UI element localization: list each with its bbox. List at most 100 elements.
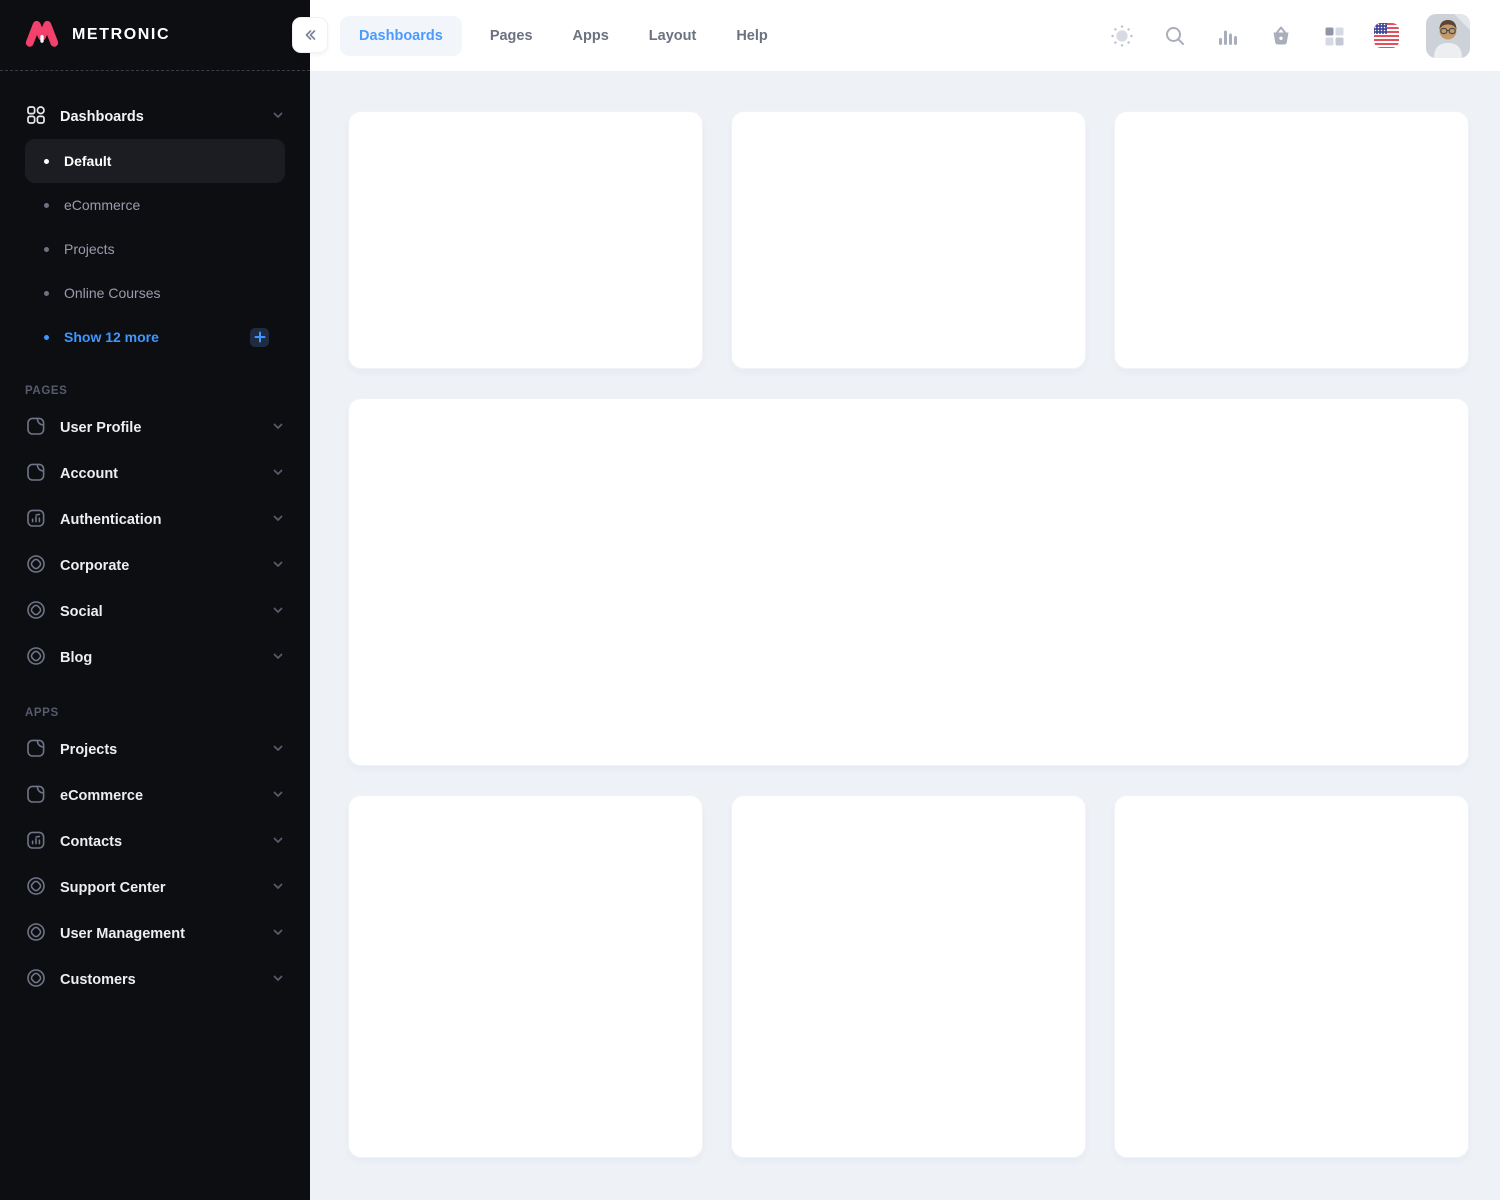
sidebar-item-label: Social bbox=[60, 604, 271, 620]
theme-sun-icon[interactable] bbox=[1109, 23, 1135, 49]
sidebar-item-default[interactable]: Default bbox=[25, 139, 285, 183]
sidebar-item-label: Default bbox=[64, 153, 269, 169]
chevron-down-icon bbox=[271, 419, 285, 438]
nav-tab-layout[interactable]: Layout bbox=[649, 28, 697, 44]
sidebar-item-apps-projects[interactable]: Projects bbox=[25, 727, 285, 773]
sidebar-item-apps-ecommerce[interactable]: eCommerce bbox=[25, 773, 285, 819]
chevron-down-icon bbox=[271, 511, 285, 530]
globe-icon bbox=[25, 553, 47, 580]
sidebar-item-show-more[interactable]: Show 12 more bbox=[25, 315, 285, 359]
sidebar-item-contacts[interactable]: Contacts bbox=[25, 819, 285, 865]
card-top-3 bbox=[1114, 111, 1469, 369]
card-top-1 bbox=[348, 111, 703, 369]
cards-grid bbox=[348, 111, 1469, 1158]
logo-row: METRONIC bbox=[0, 0, 310, 71]
sidebar-item-user-profile[interactable]: User Profile bbox=[25, 405, 285, 451]
globe-icon bbox=[25, 967, 47, 994]
sidebar-item-online-courses[interactable]: Online Courses bbox=[25, 271, 285, 315]
bullet-dot bbox=[44, 335, 49, 340]
main-content bbox=[310, 71, 1500, 1200]
sidebar-item-label: Blog bbox=[60, 650, 271, 666]
sidebar-item-blog[interactable]: Blog bbox=[25, 635, 285, 681]
nav-tab-help[interactable]: Help bbox=[736, 28, 767, 44]
bullet-dot bbox=[44, 247, 49, 252]
metronic-logo-icon bbox=[24, 18, 60, 53]
sidebar-item-projects[interactable]: Projects bbox=[25, 227, 285, 271]
top-nav: Dashboards Pages Apps Layout Help bbox=[340, 16, 768, 56]
sidebar-item-label: User Profile bbox=[60, 420, 271, 436]
chevron-down-icon bbox=[271, 925, 285, 944]
chevron-down-icon bbox=[271, 879, 285, 898]
sidebar-item-label: Authentication bbox=[60, 512, 271, 528]
sidebar-item-label: Contacts bbox=[60, 834, 271, 850]
language-us-flag[interactable] bbox=[1374, 23, 1399, 48]
card-bottom-3 bbox=[1114, 795, 1469, 1158]
sidebar-item-account[interactable]: Account bbox=[25, 451, 285, 497]
sidebar-item-label: User Management bbox=[60, 926, 271, 942]
sidebar-item-label: Support Center bbox=[60, 880, 271, 896]
grid-icon bbox=[25, 104, 47, 131]
search-icon[interactable] bbox=[1162, 23, 1188, 49]
note-icon bbox=[25, 415, 47, 442]
sidebar-item-label: Account bbox=[60, 466, 271, 482]
sidebar-item-label: Projects bbox=[64, 241, 269, 257]
sidebar-item-social[interactable]: Social bbox=[25, 589, 285, 635]
sidebar-item-authentication[interactable]: Authentication bbox=[25, 497, 285, 543]
sidebar-item-ecommerce[interactable]: eCommerce bbox=[25, 183, 285, 227]
bullet-dot bbox=[44, 291, 49, 296]
basket-icon[interactable] bbox=[1268, 23, 1294, 49]
sidebar-item-dashboards[interactable]: Dashboards bbox=[25, 95, 285, 139]
chevron-down-icon bbox=[271, 741, 285, 760]
globe-icon bbox=[25, 645, 47, 672]
card-wide bbox=[348, 398, 1469, 766]
chart-icon bbox=[25, 507, 47, 534]
nav-tab-apps[interactable]: Apps bbox=[573, 28, 609, 44]
sidebar: METRONIC Dashboards bbox=[0, 0, 310, 1200]
sidebar-item-support-center[interactable]: Support Center bbox=[25, 865, 285, 911]
chevron-down-icon bbox=[271, 833, 285, 852]
sidebar-item-label: Dashboards bbox=[60, 109, 271, 125]
stats-icon[interactable] bbox=[1215, 23, 1241, 49]
bullet-dot bbox=[44, 159, 49, 164]
section-title-pages: PAGES bbox=[25, 385, 285, 397]
sidebar-collapse-button[interactable] bbox=[292, 17, 328, 53]
sidebar-item-label: Show 12 more bbox=[64, 329, 250, 345]
apps-grid-icon[interactable] bbox=[1321, 23, 1347, 49]
sidebar-item-label: eCommerce bbox=[60, 788, 271, 804]
chevron-down-icon bbox=[271, 787, 285, 806]
brand-name: METRONIC bbox=[72, 26, 170, 44]
top-header: Dashboards Pages Apps Layout Help bbox=[310, 0, 1500, 71]
sidebar-item-label: Projects bbox=[60, 742, 271, 758]
chevron-down-icon bbox=[271, 971, 285, 990]
sidebar-item-label: Online Courses bbox=[64, 285, 269, 301]
note-icon bbox=[25, 461, 47, 488]
chart-icon bbox=[25, 829, 47, 856]
plus-icon bbox=[254, 331, 266, 343]
bullet-dot bbox=[44, 203, 49, 208]
card-bottom-1 bbox=[348, 795, 703, 1158]
note-icon bbox=[25, 783, 47, 810]
globe-icon bbox=[25, 875, 47, 902]
double-chevron-left-icon bbox=[302, 27, 318, 43]
chevron-down-icon bbox=[271, 557, 285, 576]
globe-icon bbox=[25, 921, 47, 948]
sidebar-item-customers[interactable]: Customers bbox=[25, 957, 285, 1003]
nav-tab-dashboards[interactable]: Dashboards bbox=[340, 16, 462, 56]
sidebar-item-label: Customers bbox=[60, 972, 271, 988]
header-actions bbox=[1109, 14, 1470, 58]
chevron-down-icon bbox=[271, 649, 285, 668]
app-window: METRONIC Dashboards bbox=[0, 0, 1500, 1200]
note-icon bbox=[25, 737, 47, 764]
sidebar-item-corporate[interactable]: Corporate bbox=[25, 543, 285, 589]
sidebar-item-label: Corporate bbox=[60, 558, 271, 574]
sidebar-item-label: eCommerce bbox=[64, 197, 269, 213]
user-avatar[interactable] bbox=[1426, 14, 1470, 58]
card-top-2 bbox=[731, 111, 1086, 369]
card-bottom-2 bbox=[731, 795, 1086, 1158]
globe-icon bbox=[25, 599, 47, 626]
nav-tab-pages[interactable]: Pages bbox=[490, 28, 533, 44]
sidebar-item-user-management[interactable]: User Management bbox=[25, 911, 285, 957]
section-title-apps: APPS bbox=[25, 707, 285, 719]
flag-canton bbox=[1374, 23, 1387, 34]
show-more-plus-button[interactable] bbox=[250, 328, 269, 347]
